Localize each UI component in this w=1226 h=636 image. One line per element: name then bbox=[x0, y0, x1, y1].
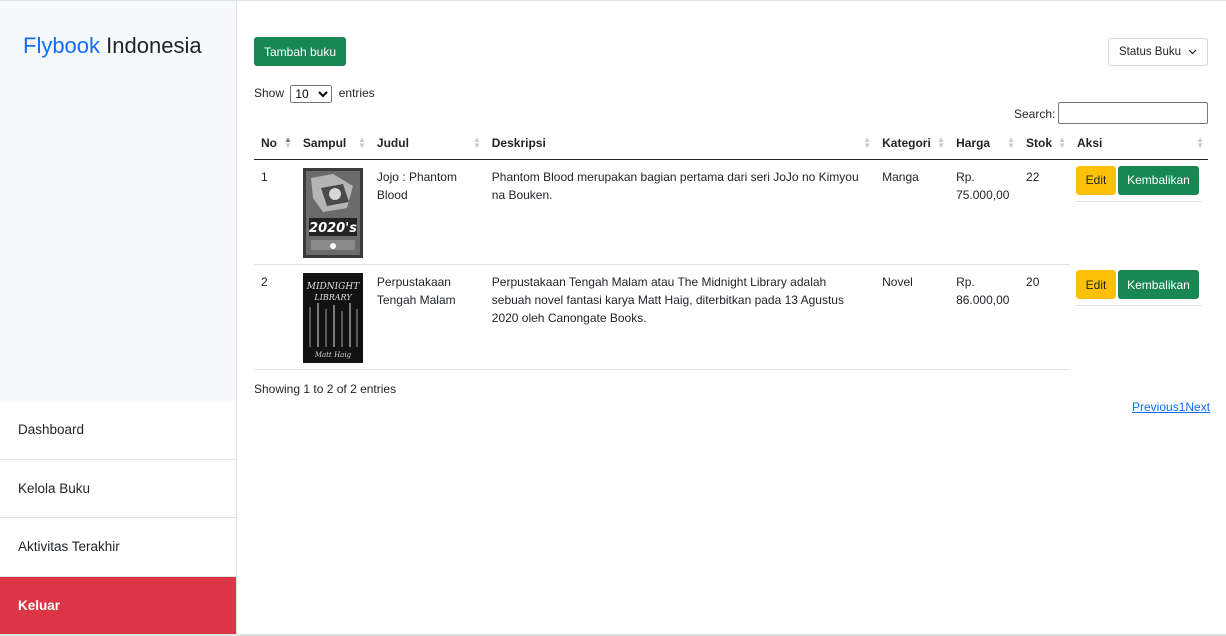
pagination-previous[interactable]: Previous bbox=[1132, 400, 1179, 414]
table-header-row: No ▲ ▼ Sampul ▲ ▼ Judul ▲ ▼ Deskripsi ▲ ▼ Katego… bbox=[254, 128, 1208, 160]
nav-aktivitas-terakhir[interactable]: Aktivitas Terakhir bbox=[0, 518, 236, 577]
add-book-button[interactable]: Tambah buku bbox=[254, 37, 346, 66]
book-cover-image: MIDNIGHT LIBRARY Matt Haig bbox=[302, 272, 363, 363]
cell-judul: Jojo : Phantom Blood bbox=[369, 159, 485, 265]
search-label: Search: bbox=[1014, 107, 1056, 121]
edit-button[interactable]: Edit bbox=[1075, 270, 1116, 299]
table-row: 2 MIDNIGHT LIBRARY Matt Haig Perpustakaa… bbox=[254, 264, 1208, 370]
col-header-sampul[interactable]: Sampul ▲ ▼ bbox=[295, 128, 370, 160]
cell-no: 1 bbox=[254, 159, 296, 265]
sort-icon: ▲ ▼ bbox=[1058, 135, 1066, 150]
brand-name-part1: Flybook bbox=[23, 33, 101, 58]
sidebar: Flybook Indonesia Dashboard Kelola Buku … bbox=[0, 1, 237, 635]
cell-kategori: Novel bbox=[875, 264, 950, 370]
col-header-deskripsi[interactable]: Deskripsi ▲ ▼ bbox=[484, 128, 876, 160]
pagination-next[interactable]: Next bbox=[1185, 400, 1210, 414]
entries-select[interactable]: 10 bbox=[290, 85, 333, 103]
nav-keluar[interactable]: Keluar bbox=[0, 576, 236, 635]
cell-no: 2 bbox=[254, 264, 296, 370]
svg-text:2020's: 2020's bbox=[309, 221, 357, 236]
nav-kelola-buku[interactable]: Kelola Buku bbox=[0, 459, 236, 518]
sort-icon: ▲ ▼ bbox=[937, 135, 946, 150]
brand-logo: Flybook Indonesia bbox=[23, 33, 202, 59]
cell-sampul: MIDNIGHT LIBRARY Matt Haig bbox=[295, 264, 370, 370]
svg-text:LIBRARY: LIBRARY bbox=[313, 293, 352, 302]
table-row: 1 2020's Jojo : Phantom Blood Phantom Bl… bbox=[254, 159, 1208, 265]
cell-harga: Rp. 75.000,00 bbox=[949, 159, 1020, 265]
sort-icon: ▲ ▼ bbox=[1196, 135, 1204, 150]
cell-stok: 20 bbox=[1019, 264, 1070, 370]
kembalikan-button[interactable]: Kembalikan bbox=[1117, 165, 1199, 195]
cell-aksi: Edit Kembalikan bbox=[1070, 264, 1208, 369]
sort-icon: ▲ ▼ bbox=[472, 135, 481, 150]
cell-judul: Perpustakaan Tengah Malam bbox=[369, 264, 485, 370]
books-table: No ▲ ▼ Sampul ▲ ▼ Judul ▲ ▼ Deskripsi ▲ ▼ Katego… bbox=[254, 128, 1208, 370]
cell-stok: 22 bbox=[1019, 159, 1070, 265]
sidebar-nav: Dashboard Kelola Buku Aktivitas Terakhir… bbox=[0, 401, 236, 635]
cell-sampul: 2020's bbox=[295, 159, 370, 265]
cell-aksi: Edit Kembalikan bbox=[1070, 159, 1208, 264]
col-header-no[interactable]: No ▲ ▼ bbox=[254, 128, 296, 160]
col-header-judul[interactable]: Judul ▲ ▼ bbox=[369, 128, 485, 160]
chevron-down-icon bbox=[1188, 39, 1197, 76]
col-header-aksi[interactable]: Aksi ▲ ▼ bbox=[1069, 128, 1208, 160]
cell-deskripsi: Perpustakaan Tengah Malam atau The Midni… bbox=[484, 264, 876, 370]
cell-kategori: Manga bbox=[875, 159, 950, 265]
svg-text:MIDNIGHT: MIDNIGHT bbox=[306, 282, 360, 292]
brand-name-part2: Indonesia bbox=[106, 33, 202, 58]
edit-button[interactable]: Edit bbox=[1075, 165, 1116, 195]
status-buku-label: Status Buku bbox=[1119, 46, 1182, 58]
cell-harga: Rp. 86.000,00 bbox=[949, 264, 1020, 370]
table-info: Showing 1 to 2 of 2 entries bbox=[254, 382, 397, 396]
pagination: Previous1Next bbox=[1132, 400, 1210, 414]
col-header-stok[interactable]: Stok ▲ ▼ bbox=[1019, 128, 1070, 160]
book-cover-image: 2020's bbox=[302, 167, 363, 258]
nav-dashboard[interactable]: Dashboard bbox=[0, 401, 236, 460]
sort-icon: ▲ ▼ bbox=[284, 135, 292, 150]
search-input[interactable] bbox=[1058, 102, 1208, 124]
entries-length-control: Show 10 entries bbox=[254, 85, 375, 103]
show-label: Show bbox=[254, 86, 285, 101]
status-buku-dropdown[interactable]: Status Buku bbox=[1108, 38, 1208, 66]
sort-icon: ▲ ▼ bbox=[1007, 135, 1016, 150]
sort-icon: ▲ ▼ bbox=[863, 135, 872, 150]
entries-label: entries bbox=[338, 86, 375, 101]
svg-text:Matt Haig: Matt Haig bbox=[314, 351, 352, 359]
sort-icon: ▲ ▼ bbox=[358, 135, 366, 150]
col-header-harga[interactable]: Harga ▲ ▼ bbox=[949, 128, 1020, 160]
col-header-kategori[interactable]: Kategori ▲ ▼ bbox=[875, 128, 950, 160]
cell-deskripsi: Phantom Blood merupakan bagian pertama d… bbox=[484, 159, 876, 265]
kembalikan-button[interactable]: Kembalikan bbox=[1117, 270, 1199, 299]
